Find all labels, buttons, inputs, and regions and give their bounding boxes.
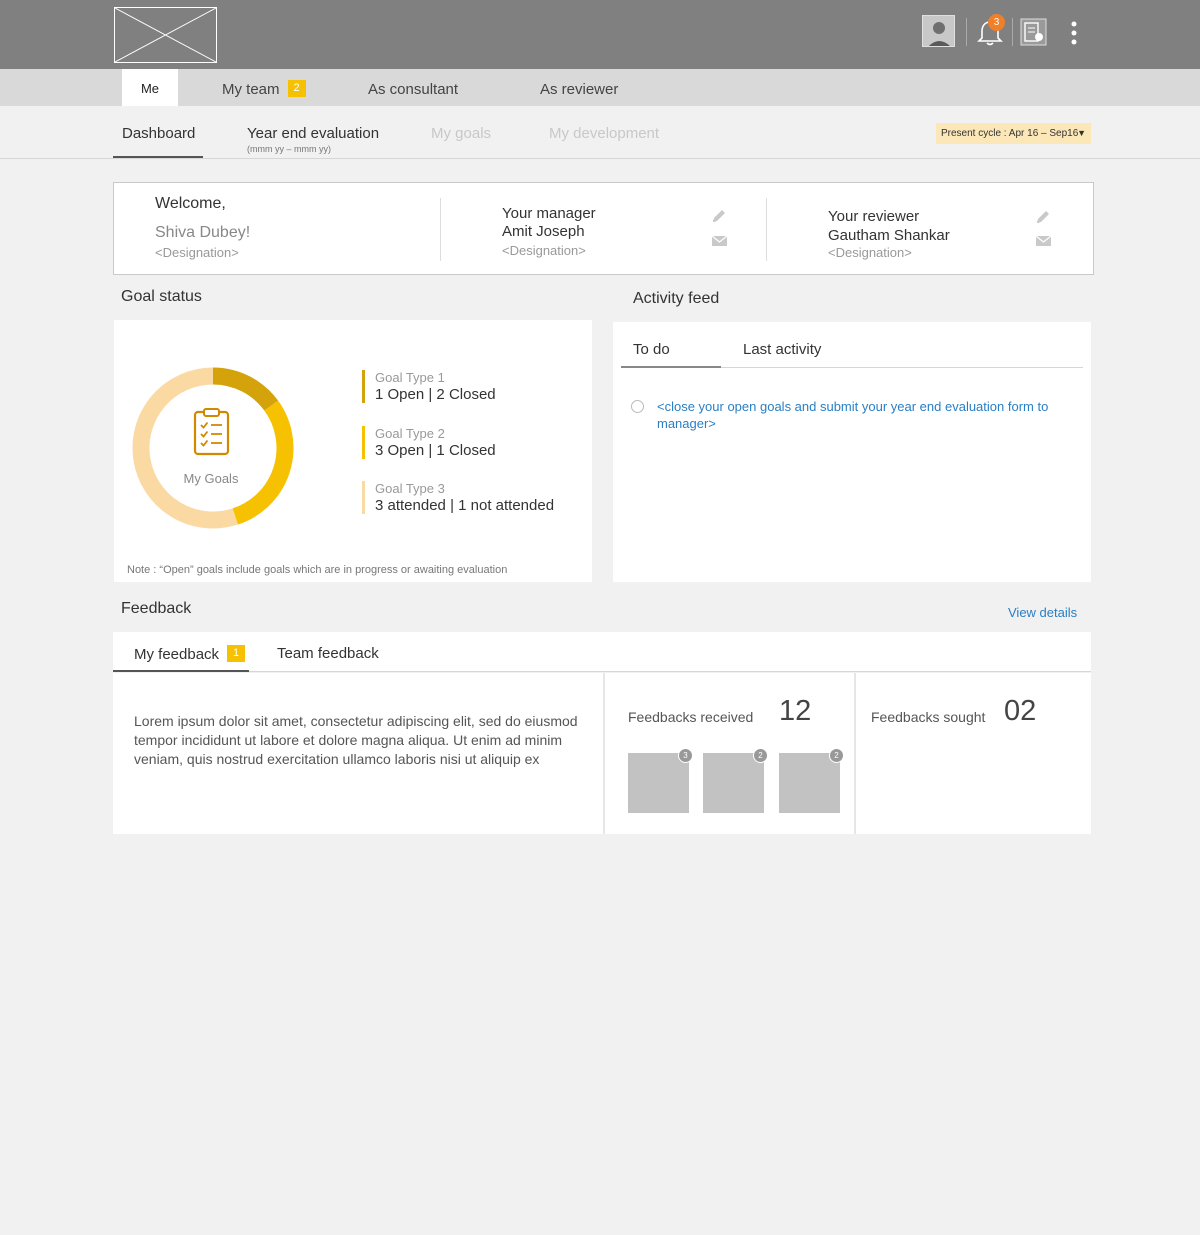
activity-feed-card: To do Last activity <close your open goa… bbox=[613, 322, 1091, 582]
notification-badge: 3 bbox=[988, 14, 1005, 31]
feedback-thumbnail[interactable]: 2 bbox=[703, 748, 768, 813]
donut-center-label: My Goals bbox=[184, 471, 239, 486]
donut-segment-goal-type-2 bbox=[232, 400, 294, 525]
donut-segment-goal-type-1 bbox=[212, 367, 279, 411]
tab-my-feedback[interactable]: My feedback 1 bbox=[134, 645, 246, 663]
welcome-card: Welcome, Shiva Dubey! <Designation> Your… bbox=[113, 182, 1094, 275]
chevron-down-icon: ▼ bbox=[1077, 128, 1086, 138]
top-header: 3 bbox=[0, 0, 1200, 69]
divider bbox=[440, 198, 441, 261]
feedbacks-received-count: 12 bbox=[779, 695, 812, 727]
goal-type-2-value: 3 Open | 1 Closed bbox=[375, 442, 496, 459]
primary-tabs: Me My team 2 As consultant As reviewer bbox=[0, 69, 1200, 106]
view-details-link[interactable]: View details bbox=[1008, 605, 1077, 620]
reviewer-name: Gautham Shankar bbox=[828, 227, 950, 244]
feedback-thumbnail[interactable]: 3 bbox=[628, 748, 693, 813]
mail-reviewer-icon[interactable] bbox=[1035, 232, 1052, 249]
header-divider bbox=[1012, 18, 1013, 46]
goal-type-1-name: Goal Type 1 bbox=[375, 370, 445, 385]
user-designation: <Designation> bbox=[155, 245, 239, 260]
more-options-icon[interactable] bbox=[1064, 19, 1084, 47]
divider bbox=[854, 673, 856, 834]
goal-status-card: My Goals Goal Type 1 1 Open | 2 Closed G… bbox=[114, 320, 592, 582]
tab-my-feedback-label: My feedback bbox=[134, 646, 220, 663]
goal-type-1: Goal Type 1 1 Open | 2 Closed bbox=[362, 370, 496, 403]
user-avatar-image bbox=[923, 16, 954, 46]
thumbnail-count-badge: 3 bbox=[678, 748, 693, 763]
tab-my-team-label: My team bbox=[222, 81, 280, 98]
tab-my-goals[interactable]: My goals bbox=[431, 125, 491, 142]
manager-designation: <Designation> bbox=[502, 243, 586, 258]
user-name: Shiva Dubey! bbox=[155, 224, 251, 241]
goal-type-3-name: Goal Type 3 bbox=[375, 481, 445, 496]
divider bbox=[766, 198, 767, 261]
donut-segment-goal-type-3 bbox=[132, 367, 238, 529]
feedbacks-received-label: Feedbacks received bbox=[628, 709, 754, 725]
active-tab-indicator bbox=[113, 156, 203, 158]
tab-my-development[interactable]: My development bbox=[549, 125, 659, 142]
activity-feed-heading: Activity feed bbox=[633, 290, 720, 307]
tab-as-reviewer[interactable]: As reviewer bbox=[540, 69, 618, 106]
welcome-greeting: Welcome, bbox=[155, 195, 226, 212]
edit-manager-pencil-icon[interactable] bbox=[711, 207, 728, 224]
logo-placeholder-graphic bbox=[115, 8, 216, 62]
manager-label: Your manager bbox=[502, 205, 596, 222]
goal-type-1-value: 1 Open | 2 Closed bbox=[375, 386, 496, 403]
divider bbox=[603, 673, 605, 834]
feedback-body: Lorem ipsum dolor sit amet, consectetur … bbox=[113, 673, 1091, 834]
goal-type-3-value: 3 attended | 1 not attended bbox=[375, 497, 555, 514]
document-icon[interactable] bbox=[1020, 18, 1047, 46]
reviewer-label: Your reviewer bbox=[828, 208, 920, 225]
my-feedback-count-badge: 1 bbox=[227, 645, 246, 662]
cycle-dropdown[interactable]: Present cycle : Apr 16 – Sep16 ▼ bbox=[936, 123, 1091, 144]
feedback-thumbnail[interactable]: 2 bbox=[779, 748, 844, 813]
goal-status-heading: Goal status bbox=[121, 288, 202, 305]
edit-reviewer-pencil-icon[interactable] bbox=[1035, 208, 1052, 225]
goal-type-3: Goal Type 3 3 attended | 1 not attended bbox=[362, 481, 554, 514]
header-divider bbox=[966, 18, 967, 46]
feedback-tabs: My feedback 1 Team feedback bbox=[113, 632, 1091, 672]
tab-my-team[interactable]: My team 2 bbox=[222, 69, 306, 106]
active-tab-indicator bbox=[621, 366, 721, 368]
year-end-date-range: (mmm yy – mmm yy) bbox=[247, 144, 331, 154]
goal-type-2-name: Goal Type 2 bbox=[375, 426, 445, 441]
reviewer-designation: <Designation> bbox=[828, 245, 912, 260]
tab-me[interactable]: Me bbox=[122, 69, 178, 106]
tab-as-consultant[interactable]: As consultant bbox=[368, 69, 458, 106]
tab-team-feedback[interactable]: Team feedback bbox=[277, 645, 379, 662]
active-tab-indicator bbox=[113, 670, 249, 672]
feedbacks-sought-count: 02 bbox=[1004, 695, 1037, 727]
tab-to-do[interactable]: To do bbox=[633, 341, 670, 358]
thumbnail-count-badge: 2 bbox=[829, 748, 844, 763]
goal-status-note: Note : “Open” goals include goals which … bbox=[127, 564, 508, 576]
clipboard-icon bbox=[193, 408, 230, 456]
todo-radio[interactable] bbox=[631, 400, 644, 413]
tab-dashboard[interactable]: Dashboard bbox=[122, 125, 195, 142]
thumbnail-count-badge: 2 bbox=[753, 748, 768, 763]
tab-last-activity[interactable]: Last activity bbox=[743, 341, 821, 358]
logo-placeholder[interactable] bbox=[114, 7, 217, 63]
my-team-count-badge: 2 bbox=[287, 80, 306, 97]
cycle-label: Present cycle : Apr 16 – Sep16 bbox=[941, 128, 1079, 139]
feedbacks-sought-label: Feedbacks sought bbox=[871, 709, 986, 725]
mail-manager-icon[interactable] bbox=[711, 232, 728, 249]
tab-year-end-evaluation[interactable]: Year end evaluation bbox=[247, 125, 379, 142]
manager-name: Amit Joseph bbox=[502, 223, 585, 240]
feedback-text: Lorem ipsum dolor sit amet, consectetur … bbox=[134, 713, 578, 767]
feedback-heading: Feedback bbox=[121, 600, 192, 617]
goal-donut-chart: My Goals bbox=[132, 367, 294, 529]
todo-item-link[interactable]: <close your open goals and submit your y… bbox=[657, 398, 1067, 432]
goal-type-2: Goal Type 2 3 Open | 1 Closed bbox=[362, 426, 496, 459]
user-avatar[interactable] bbox=[922, 15, 955, 47]
